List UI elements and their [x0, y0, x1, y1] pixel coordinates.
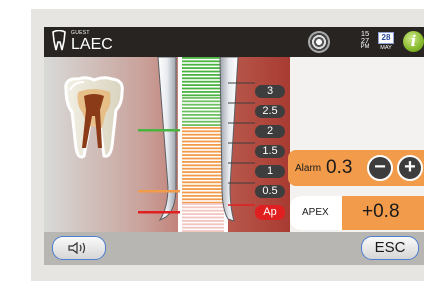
meter-bar-green [182, 91, 224, 93]
meter-bar-green [182, 57, 224, 59]
meter-bar-orange [182, 181, 224, 184]
meter-bar-green [182, 103, 224, 106]
scale-label-1: 1 [255, 165, 285, 178]
meter-bar-pale [182, 223, 224, 226]
meter-bar-green [182, 70, 224, 73]
meter-bar-green [182, 114, 224, 116]
meter-bar-orange [182, 161, 224, 163]
meter-bar-orange [182, 137, 224, 139]
date-day: 28 [378, 32, 394, 44]
alarm-label: Alarm [295, 163, 322, 174]
meter-bar-orange [182, 130, 224, 133]
meter-bar-orange [182, 147, 224, 150]
meter-bar-green [182, 117, 224, 120]
meter-bar-orange [182, 167, 224, 170]
tooth-icon [64, 76, 124, 159]
meter-bar-orange [182, 195, 224, 197]
speaker-icon [68, 241, 86, 255]
meter-bar-orange [182, 198, 224, 201]
meter-bar-orange [182, 184, 224, 187]
clock: 15 27 PM [358, 30, 372, 51]
esc-label: ESC [374, 239, 406, 256]
meter-bar-orange [182, 154, 224, 156]
meter-bar-orange [182, 144, 224, 146]
meter-bar-green [182, 107, 224, 109]
apex-value: +0.8 [362, 201, 400, 222]
meter-bar-orange [182, 150, 224, 153]
meter-bar-green [182, 124, 224, 126]
meter-bar-green [182, 110, 224, 113]
meter-bar-green [182, 74, 224, 76]
record-icon[interactable] [308, 31, 330, 53]
canal-graphic [138, 57, 255, 232]
meter-bar-green [182, 120, 224, 123]
scale-label-apex: Ap [255, 205, 285, 220]
meter-bar-pale [182, 209, 224, 212]
meter-bar-green [182, 100, 224, 103]
info-icon[interactable]: i [403, 31, 424, 52]
meter-bar-orange [182, 127, 224, 129]
meter-bar-pale [182, 226, 224, 229]
meter-bar-orange [182, 140, 224, 143]
meter-bar-orange [182, 164, 224, 167]
meter-bar-green [182, 97, 224, 99]
meter-bar-green [182, 84, 224, 86]
calendar-icon: 28 MAY [376, 32, 396, 51]
alarm-minus-button[interactable]: − [367, 155, 393, 181]
date-month: MAY [380, 45, 392, 51]
meter-bar-pale [182, 213, 224, 215]
meter-bar-green [182, 80, 224, 83]
meter-bar-green [182, 87, 224, 90]
meter-bar-orange [182, 157, 224, 160]
scale-label-2-5: 2.5 [255, 105, 285, 118]
minus-icon: − [374, 156, 386, 178]
meter-bar-pale [182, 203, 224, 205]
meter-bar-orange [182, 188, 224, 190]
meter-bar-green [182, 67, 224, 69]
meter-bar-orange [182, 171, 224, 173]
esc-button[interactable]: ESC [361, 236, 419, 260]
speaker-button[interactable] [52, 236, 106, 260]
info-label: i [410, 32, 417, 50]
meter-bar-green [182, 60, 224, 63]
scale-label-2: 2 [255, 125, 285, 138]
meter-bar-green [182, 63, 224, 66]
meter-bar-orange [182, 191, 224, 194]
alarm-value: 0.3 [326, 157, 353, 178]
scale-label-0-5: 0.5 [255, 185, 285, 198]
meter-bar-green [182, 77, 224, 80]
page-title: LAEC [71, 36, 113, 53]
scale-label-1-5: 1.5 [255, 145, 285, 158]
apex-label: APEX [302, 207, 329, 218]
clock-period: PM [360, 44, 370, 50]
meter-bar-orange [182, 174, 224, 177]
alarm-plus-button[interactable]: + [397, 155, 423, 181]
meter-bar-orange [182, 133, 224, 136]
meter-bar-pale [182, 216, 224, 219]
plus-icon: + [404, 156, 416, 178]
meter-bar-orange [182, 178, 224, 180]
tooth-user-icon [52, 30, 66, 51]
meter-bar-pale [182, 220, 224, 222]
clock-minute: 27 [360, 36, 370, 45]
meter-bar-pale [182, 206, 224, 209]
meter-bar-green [182, 94, 224, 97]
scale-label-3: 3 [255, 85, 285, 98]
